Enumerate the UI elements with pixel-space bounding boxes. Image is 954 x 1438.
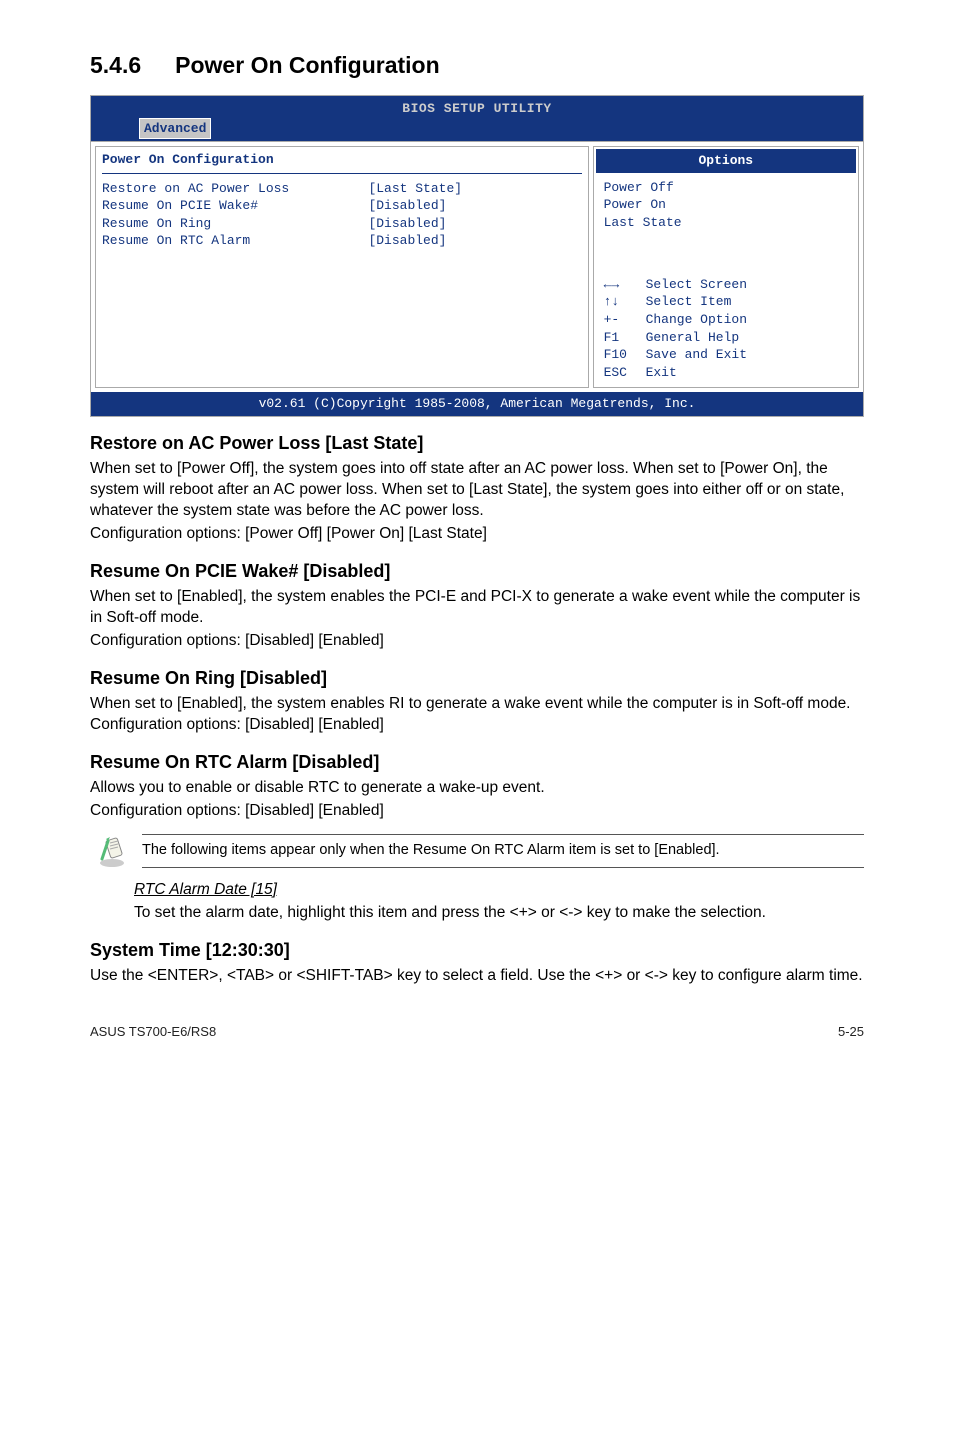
footer-right: 5-25 bbox=[838, 1023, 864, 1041]
sub-item-desc: To set the alarm date, highlight this it… bbox=[134, 904, 766, 921]
section-heading: 5.4.6 Power On Configuration bbox=[90, 50, 864, 81]
nav-keys: ←→Select Screen ↑↓Select Item +-Change O… bbox=[594, 272, 858, 387]
paragraph: Allows you to enable or disable RTC to g… bbox=[90, 778, 864, 799]
heading-pcie: Resume On PCIE Wake# [Disabled] bbox=[90, 559, 864, 583]
heading-ring: Resume On Ring [Disabled] bbox=[90, 666, 864, 690]
paragraph: Use the <ENTER>, <TAB> or <SHIFT-TAB> ke… bbox=[90, 966, 864, 987]
note-icon bbox=[90, 832, 134, 870]
bios-header: BIOS SETUP UTILITY Advanced bbox=[91, 96, 863, 141]
sub-item-rtc-date: RTC Alarm Date [15] To set the alarm dat… bbox=[134, 880, 864, 924]
options-body: Power Off Power On Last State bbox=[594, 175, 858, 236]
bios-row: Resume On Ring[Disabled] bbox=[102, 215, 582, 233]
bios-footer: v02.61 (C)Copyright 1985-2008, American … bbox=[91, 392, 863, 416]
options-header: Options bbox=[596, 149, 856, 173]
note-text: The following items appear only when the… bbox=[142, 834, 864, 868]
option-item: Power On bbox=[604, 196, 848, 214]
paragraph: Configuration options: [Power Off] [Powe… bbox=[90, 524, 864, 545]
bios-panel-title: Power On Configuration bbox=[102, 151, 342, 169]
bios-utility-title: BIOS SETUP UTILITY bbox=[99, 100, 855, 118]
bios-row: Resume On PCIE Wake#[Disabled] bbox=[102, 197, 582, 215]
option-item: Last State bbox=[604, 214, 848, 232]
option-item: Power Off bbox=[604, 179, 848, 197]
bios-left-panel: Power On Configuration Restore on AC Pow… bbox=[95, 146, 589, 388]
note: The following items appear only when the… bbox=[90, 832, 864, 870]
paragraph: When set to [Enabled], the system enable… bbox=[90, 587, 864, 629]
footer-left: ASUS TS700-E6/RS8 bbox=[90, 1023, 216, 1041]
paragraph: When set to [Enabled], the system enable… bbox=[90, 694, 864, 736]
heading-rtc: Resume On RTC Alarm [Disabled] bbox=[90, 750, 864, 774]
paragraph: When set to [Power Off], the system goes… bbox=[90, 459, 864, 522]
section-number: 5.4.6 bbox=[90, 52, 141, 78]
heading-restore: Restore on AC Power Loss [Last State] bbox=[90, 431, 864, 455]
sub-item-name: RTC Alarm Date [15] bbox=[134, 880, 864, 901]
bios-row: Resume On RTC Alarm[Disabled] bbox=[102, 232, 582, 250]
bios-tab-advanced: Advanced bbox=[139, 118, 211, 140]
paragraph: Configuration options: [Disabled] [Enabl… bbox=[90, 631, 864, 652]
heading-systime: System Time [12:30:30] bbox=[90, 938, 864, 962]
section-title: Power On Configuration bbox=[175, 52, 440, 78]
bios-box: BIOS SETUP UTILITY Advanced Power On Con… bbox=[90, 95, 864, 417]
bios-right-panel: Options Power Off Power On Last State ←→… bbox=[593, 146, 859, 388]
bios-row: Restore on AC Power Loss[Last State] bbox=[102, 180, 582, 198]
page-footer: ASUS TS700-E6/RS8 5-25 bbox=[90, 1023, 864, 1041]
paragraph: Configuration options: [Disabled] [Enabl… bbox=[90, 801, 864, 822]
